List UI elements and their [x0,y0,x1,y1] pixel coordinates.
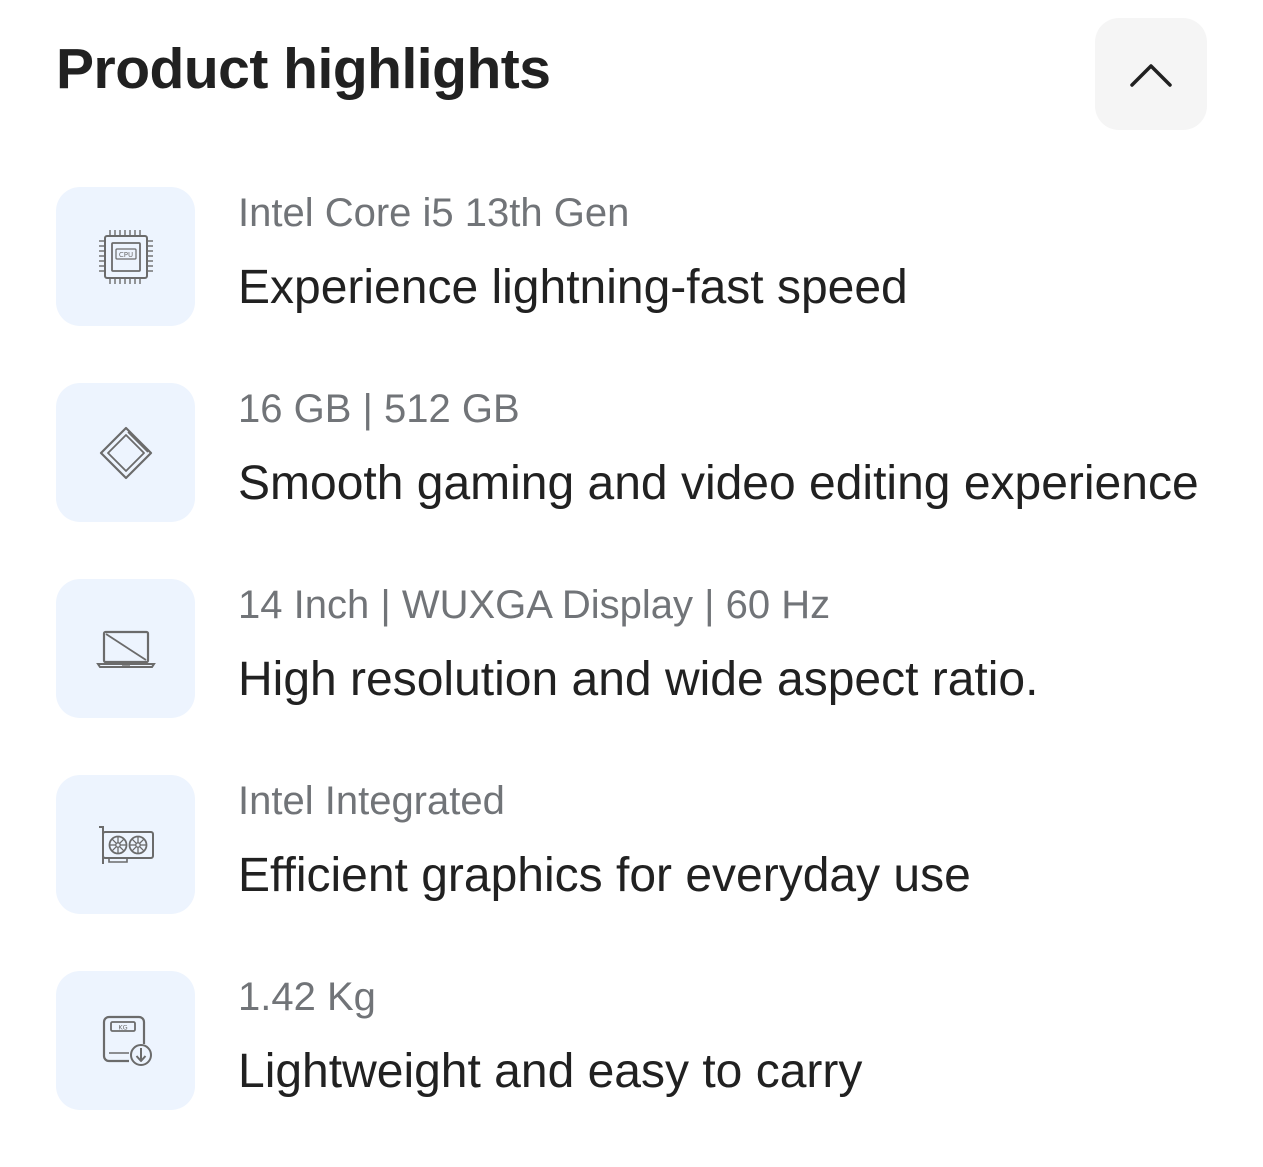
highlight-description: High resolution and wide aspect ratio. [238,654,1039,706]
highlight-item-memory: 16 GB | 512 GB Smooth gaming and video e… [56,383,1207,523]
highlight-item-processor: CPU Intel Core i5 13th Gen Experience li… [56,187,1207,327]
highlights-header: Product highlights [56,18,1207,130]
laptop-display-icon [95,630,156,668]
svg-text:CPU: CPU [118,251,132,259]
icon-container [56,775,195,914]
ram-storage-icon [99,426,152,479]
icon-container: KG [56,971,195,1110]
highlight-spec: Intel Integrated [238,779,505,823]
highlights-list: CPU Intel Core i5 13th Gen Experience li… [56,187,1207,1167]
highlight-spec: 1.42 Kg [238,975,376,1019]
weight-scale-icon: KG [102,1015,152,1066]
chevron-up-icon [1130,64,1172,87]
collapse-button[interactable] [1095,18,1207,130]
svg-text:KG: KG [118,1023,127,1031]
highlight-item-display: 14 Inch | WUXGA Display | 60 Hz High res… [56,579,1207,719]
highlight-description: Smooth gaming and video editing experien… [238,458,1199,510]
highlight-spec: 14 Inch | WUXGA Display | 60 Hz [238,583,831,627]
icon-container: CPU [56,187,195,326]
highlight-item-graphics: Intel Integrated Efficient graphics for … [56,775,1207,915]
highlight-description: Lightweight and easy to carry [238,1046,863,1098]
highlight-description: Experience lightning-fast speed [238,262,908,314]
highlight-spec: Intel Core i5 13th Gen [238,191,630,235]
graphics-card-icon [98,825,154,864]
highlight-item-weight: KG 1.42 Kg Lightweight and easy to carry [56,971,1207,1111]
cpu-icon: CPU [98,229,153,284]
icon-container [56,383,195,522]
section-title: Product highlights [56,37,551,101]
icon-container [56,579,195,718]
highlight-description: Efficient graphics for everyday use [238,850,971,902]
highlight-spec: 16 GB | 512 GB [238,387,520,431]
